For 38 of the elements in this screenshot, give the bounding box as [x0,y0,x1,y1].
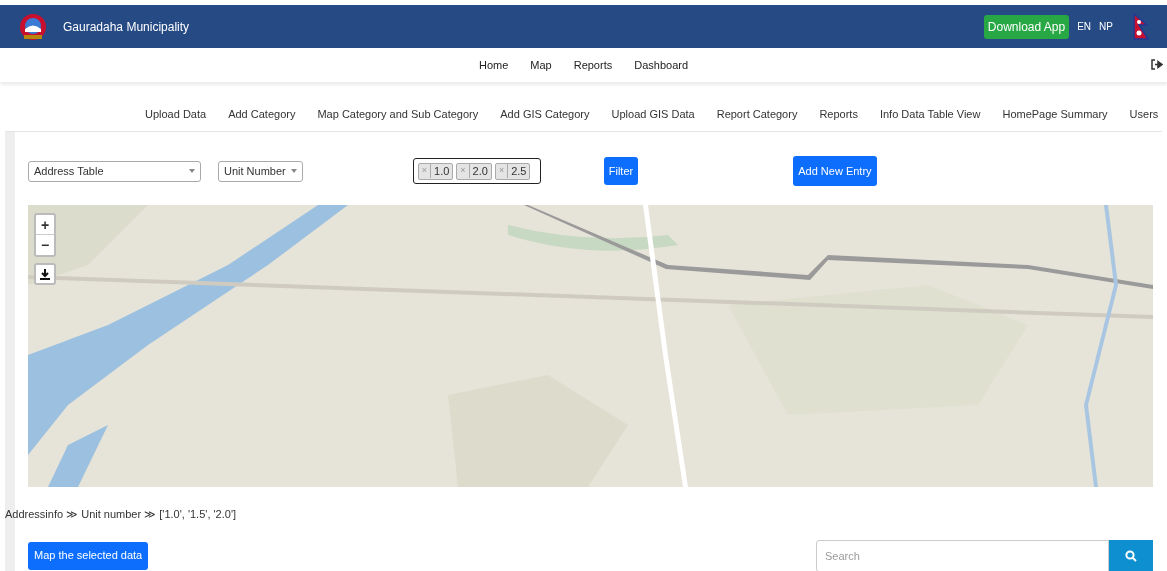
admin-nav-link[interactable]: Info Data Table View [879,105,981,123]
emblem-icon [18,11,48,42]
zoom-in-button[interactable]: + [36,215,54,235]
site-title: Gauradaha Municipality [63,18,190,36]
tag-value: 1.0 [434,163,450,179]
tag-value: 2.0 [472,163,488,179]
nav-link[interactable]: Map [530,56,552,74]
logout-icon[interactable] [1151,59,1163,70]
nav-link[interactable]: Home [478,56,509,74]
admin-nav-link[interactable]: Reports [819,105,858,123]
admin-nav-link[interactable]: Add Category [228,105,296,123]
language-link[interactable]: NP [1099,19,1113,34]
admin-nav-link[interactable]: Users [1129,105,1159,123]
download-icon [40,268,50,280]
admin-nav-link[interactable]: HomePage Summary [1002,105,1108,123]
language-link[interactable]: EN [1077,19,1092,34]
search-field[interactable]: Search [816,539,1109,571]
filter-button[interactable]: Filter [603,157,639,185]
admin-nav-link[interactable]: Upload Data [145,105,207,123]
admin-nav-link[interactable]: Add GIS Category [500,105,590,123]
download-button[interactable] [34,263,56,285]
admin-nav-link[interactable]: Upload GIS Data [611,105,695,123]
breadcrumb: Addressinfo ≫ Unit number ≫ ['1.0', '1.5', '2.0'] [5,507,238,522]
caret-icon [189,169,195,173]
tag-value: 2.5 [511,163,527,179]
zoom-out-button[interactable]: − [36,235,54,255]
nav-link[interactable]: Reports [573,56,613,74]
add-new-entry-button[interactable]: Add New Entry [793,156,877,186]
table-select[interactable]: Address Table [28,160,201,182]
search-button[interactable] [1109,539,1153,571]
field-select[interactable]: Unit Number [218,160,303,182]
caret-icon [290,169,297,173]
admin-nav-link[interactable]: Report Category [716,105,798,123]
search-icon [1125,549,1137,562]
nav-link[interactable]: Dashboard [634,56,689,74]
flag-icon [1133,12,1149,41]
map-selected-data-button[interactable]: Map the selected data [28,541,149,570]
admin-nav-link[interactable]: Map Category and Sub Category [317,105,479,123]
